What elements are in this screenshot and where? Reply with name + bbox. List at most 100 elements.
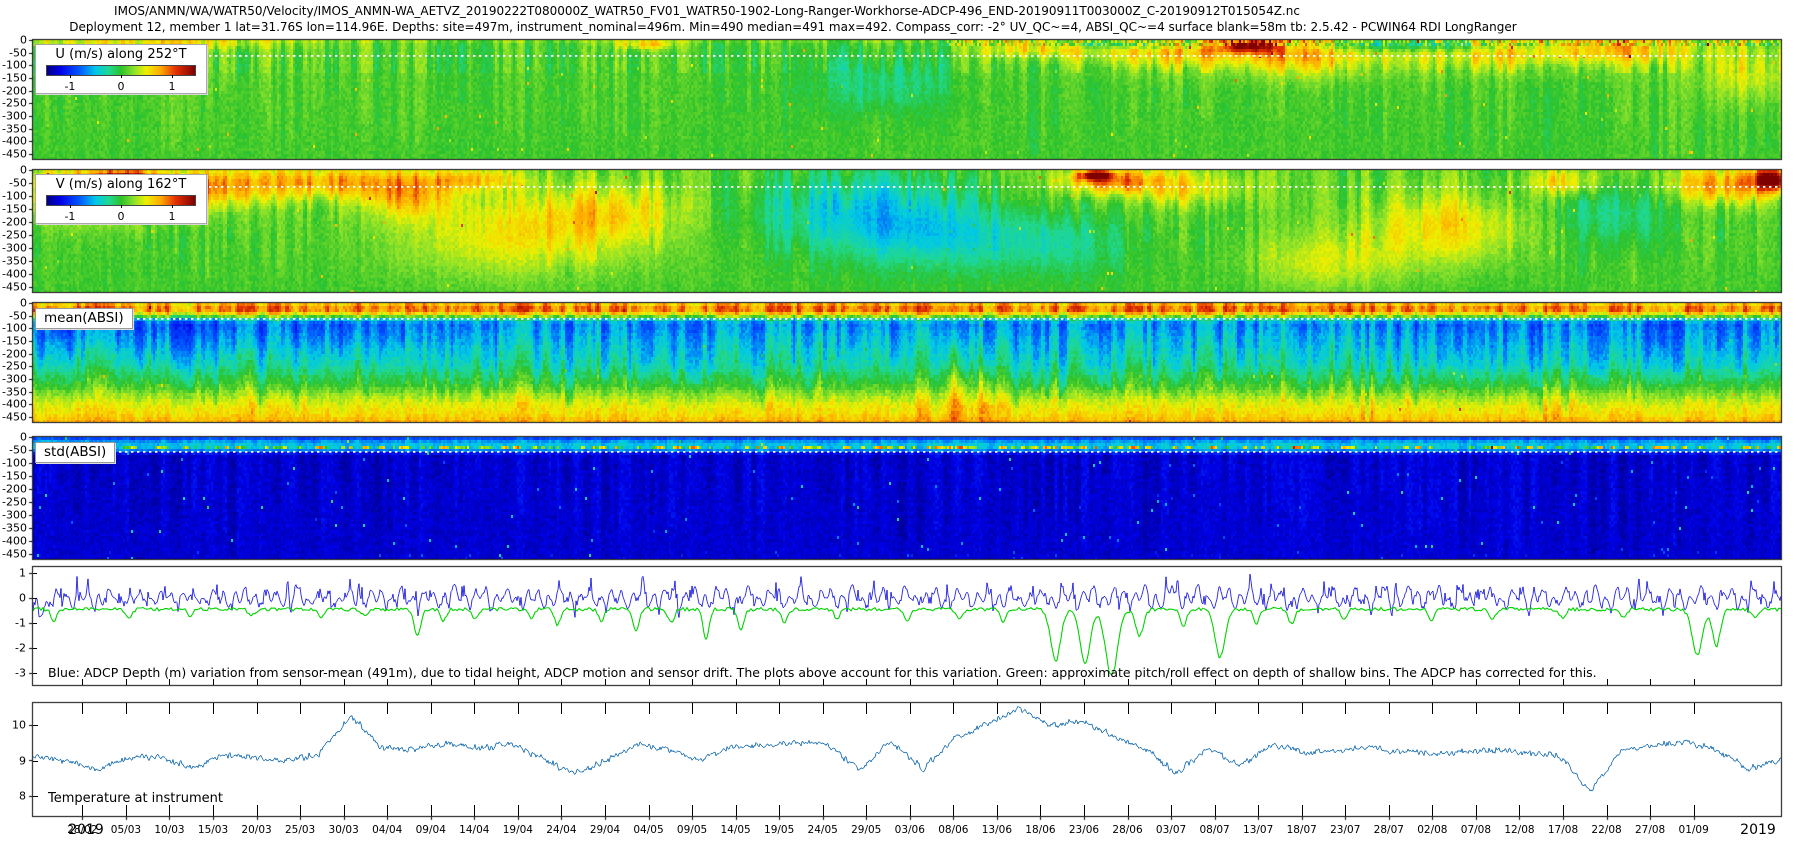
depth-tick-label: -250 bbox=[2, 229, 27, 242]
date-tick-label: 14/05 bbox=[720, 824, 750, 836]
depth-tick-label: -100 bbox=[2, 59, 27, 72]
date-tick-label: 23/06 bbox=[1069, 824, 1099, 836]
temperature-plot bbox=[33, 703, 1781, 816]
colorbar-tick-label: -1 bbox=[64, 80, 75, 93]
depth-tick-label: -400 bbox=[2, 398, 27, 411]
depth-tick-label: -250 bbox=[2, 496, 27, 509]
date-tick-label: 19/05 bbox=[764, 824, 794, 836]
depth-tick-label: -150 bbox=[2, 203, 27, 216]
std-absi-label: std(ABSI) bbox=[35, 442, 115, 463]
depth-tick-label: -350 bbox=[2, 255, 27, 268]
date-tick-label: 20/03 bbox=[241, 824, 271, 836]
depth-tick-label: -50 bbox=[9, 177, 27, 190]
date-tick-label: 29/04 bbox=[590, 824, 620, 836]
depth-tick-label: -300 bbox=[2, 373, 27, 386]
colorbar-tick bbox=[70, 205, 71, 208]
depth-tick-label: -300 bbox=[2, 110, 27, 123]
depth-tick-label: -300 bbox=[2, 242, 27, 255]
date-tick-label: 12/08 bbox=[1504, 824, 1534, 836]
depth-tick-label: -450 bbox=[2, 281, 27, 294]
date-tick-label: 18/06 bbox=[1025, 824, 1055, 836]
v-velocity-legend-title: V (m/s) along 162°T bbox=[36, 175, 206, 193]
date-tick-label: 07/08 bbox=[1461, 824, 1491, 836]
date-tick-label: 08/07 bbox=[1199, 824, 1229, 836]
depth-variation-tick-label: -2 bbox=[15, 642, 26, 655]
colorbar-tick bbox=[121, 205, 122, 208]
depth-tick-label: -100 bbox=[2, 190, 27, 203]
title-line-1: IMOS/ANMN/WA/WATR50/Velocity/IMOS_ANMN-W… bbox=[114, 4, 1300, 18]
depth-tick-label: -450 bbox=[2, 411, 27, 424]
depth-tick-label: -150 bbox=[2, 470, 27, 483]
date-tick-label: 14/04 bbox=[459, 824, 489, 836]
mean-absi-heatmap bbox=[33, 303, 1781, 422]
date-tick-label: 24/05 bbox=[808, 824, 838, 836]
date-tick-label: 24/04 bbox=[546, 824, 576, 836]
v-velocity-heatmap bbox=[33, 170, 1781, 292]
temperature-tick-label: 9 bbox=[19, 755, 26, 768]
date-tick-label: 29/05 bbox=[851, 824, 881, 836]
colorbar-tick bbox=[172, 205, 173, 208]
date-tick-label: 23/07 bbox=[1330, 824, 1360, 836]
temperature-label: Temperature at instrument bbox=[48, 791, 223, 806]
date-tick-label: 19/04 bbox=[503, 824, 533, 836]
date-tick-label: 04/04 bbox=[372, 824, 402, 836]
std-absi-heatmap bbox=[33, 437, 1781, 559]
date-tick-label: 13/06 bbox=[982, 824, 1012, 836]
x-axis-year-right: 2019 bbox=[1740, 822, 1776, 838]
figure: IMOS/ANMN/WA/WATR50/Velocity/IMOS_ANMN-W… bbox=[0, 0, 1800, 850]
depth-tick-label: -200 bbox=[2, 483, 27, 496]
u-colorbar: -101 bbox=[46, 65, 196, 76]
date-tick-label: 17/08 bbox=[1548, 824, 1578, 836]
date-tick-label: 09/04 bbox=[416, 824, 446, 836]
depth-tick-label: 0 bbox=[20, 297, 27, 310]
date-tick-label: 09/05 bbox=[677, 824, 707, 836]
depth-variation-tick-label: 0 bbox=[19, 592, 26, 605]
u-velocity-legend-title: U (m/s) along 252°T bbox=[36, 45, 206, 63]
colorbar-tick bbox=[70, 75, 71, 78]
date-tick-label: 08/06 bbox=[938, 824, 968, 836]
date-tick-label: 30/03 bbox=[329, 824, 359, 836]
depth-variation-caption: Blue: ADCP Depth (m) variation from sens… bbox=[48, 665, 1597, 680]
depth-tick-label: -450 bbox=[2, 548, 27, 561]
depth-tick-label: -300 bbox=[2, 509, 27, 522]
depth-variation-tick-label: -3 bbox=[15, 667, 26, 680]
depth-tick-label: -100 bbox=[2, 457, 27, 470]
date-tick-label: 28/02 bbox=[67, 824, 97, 836]
date-tick-label: 03/07 bbox=[1156, 824, 1186, 836]
mean-absi-label: mean(ABSI) bbox=[35, 308, 133, 329]
depth-tick-label: -200 bbox=[2, 216, 27, 229]
date-tick-label: 02/08 bbox=[1417, 824, 1447, 836]
depth-tick-label: -250 bbox=[2, 360, 27, 373]
colorbar-tick-label: 1 bbox=[169, 210, 176, 223]
date-tick-label: 25/03 bbox=[285, 824, 315, 836]
v-velocity-legend: V (m/s) along 162°T -1 0 1 bbox=[35, 174, 207, 224]
depth-tick-label: -400 bbox=[2, 268, 27, 281]
depth-tick-label: -350 bbox=[2, 522, 27, 535]
date-tick-label: 28/07 bbox=[1374, 824, 1404, 836]
date-tick-label: 22/08 bbox=[1591, 824, 1621, 836]
colorbar-tick-label: 0 bbox=[118, 210, 125, 223]
depth-variation-tick-label: 1 bbox=[19, 567, 26, 580]
u-velocity-legend: U (m/s) along 252°T -101 bbox=[35, 44, 207, 94]
depth-tick-label: 0 bbox=[20, 431, 27, 444]
date-tick-label: 01/09 bbox=[1679, 824, 1709, 836]
colorbar-tick-label: 0 bbox=[118, 80, 125, 93]
colorbar-tick-label: -1 bbox=[64, 210, 75, 223]
date-tick-label: 03/06 bbox=[895, 824, 925, 836]
date-tick-label: 15/03 bbox=[198, 824, 228, 836]
depth-tick-label: -150 bbox=[2, 72, 27, 85]
temperature-tick-label: 10 bbox=[12, 719, 26, 732]
date-tick-label: 13/07 bbox=[1243, 824, 1273, 836]
depth-tick-label: -50 bbox=[9, 444, 27, 457]
colorbar-tick bbox=[121, 75, 122, 78]
depth-tick-label: -400 bbox=[2, 135, 27, 148]
colorbar-tick bbox=[172, 75, 173, 78]
title-line-2: Deployment 12, member 1 lat=31.76S lon=1… bbox=[69, 20, 1516, 34]
depth-tick-label: 0 bbox=[20, 34, 27, 47]
date-tick-label: 10/03 bbox=[154, 824, 184, 836]
date-tick-label: 28/06 bbox=[1112, 824, 1142, 836]
depth-tick-label: -250 bbox=[2, 97, 27, 110]
depth-tick-label: 0 bbox=[20, 164, 27, 177]
depth-tick-label: -450 bbox=[2, 148, 27, 161]
temperature-tick-label: 8 bbox=[19, 790, 26, 803]
